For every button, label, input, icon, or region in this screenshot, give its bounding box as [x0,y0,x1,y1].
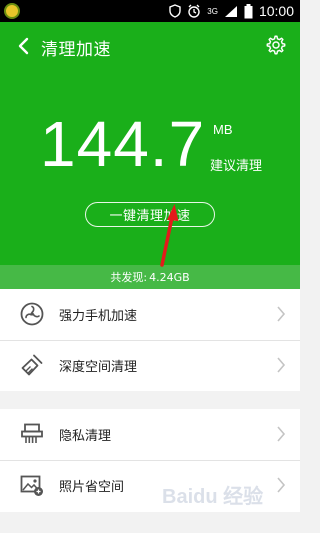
list-item-label: 隐私清理 [59,429,112,444]
one-click-clean-button[interactable]: 一键清理加速 [85,202,215,227]
suggest-clean-label: 建议清理 [210,159,263,174]
shield-icon [169,4,181,18]
back-arrow-icon[interactable] [14,36,34,56]
found-label: 共发现: [110,271,148,284]
junk-size-unit: MB [213,122,233,137]
found-total-bar: 共发现: 4.24GB [0,265,300,289]
list-item-label: 深度空间清理 [59,360,138,375]
page-title: 清理加速 [41,40,111,60]
list-item-label: 照片省空间 [59,480,125,495]
list-item-privacy-clean[interactable]: 隐私清理 [0,409,300,460]
watermark-text: Baidu 经验 [162,484,263,508]
status-icons: 3G 10:00 [169,2,294,20]
gear-icon[interactable] [265,34,287,56]
chevron-right-icon [277,357,286,373]
status-bar: 3G 10:00 [0,0,300,22]
network-type: 3G [207,6,218,16]
chevron-right-icon [277,426,286,442]
battery-icon [244,3,253,18]
list-item-boost[interactable]: 强力手机加速 [0,289,300,340]
alarm-icon [188,4,200,18]
shredder-icon [21,423,43,443]
baidu-jingyan-watermark: Baidu 经验 [162,484,263,508]
status-time: 10:00 [258,3,294,19]
junk-size-value: 144.7 [40,108,206,180]
app-notification-icon [4,3,20,19]
cleanup-summary-panel: 清理加速 144.7 MB 建议清理 一键清理加速 共发现: 4.24GB [0,22,300,289]
list-item-deep-clean[interactable]: 深度空间清理 [0,340,300,391]
broom-icon [21,354,43,376]
signal-icon [224,5,237,17]
list-item-label: 强力手机加速 [59,309,138,324]
chevron-right-icon [277,306,286,322]
fan-icon [20,302,44,326]
found-value: 4.24GB [149,270,190,284]
photo-icon [20,475,43,496]
feature-list-group-1: 强力手机加速 深度空间清理 [0,289,300,391]
